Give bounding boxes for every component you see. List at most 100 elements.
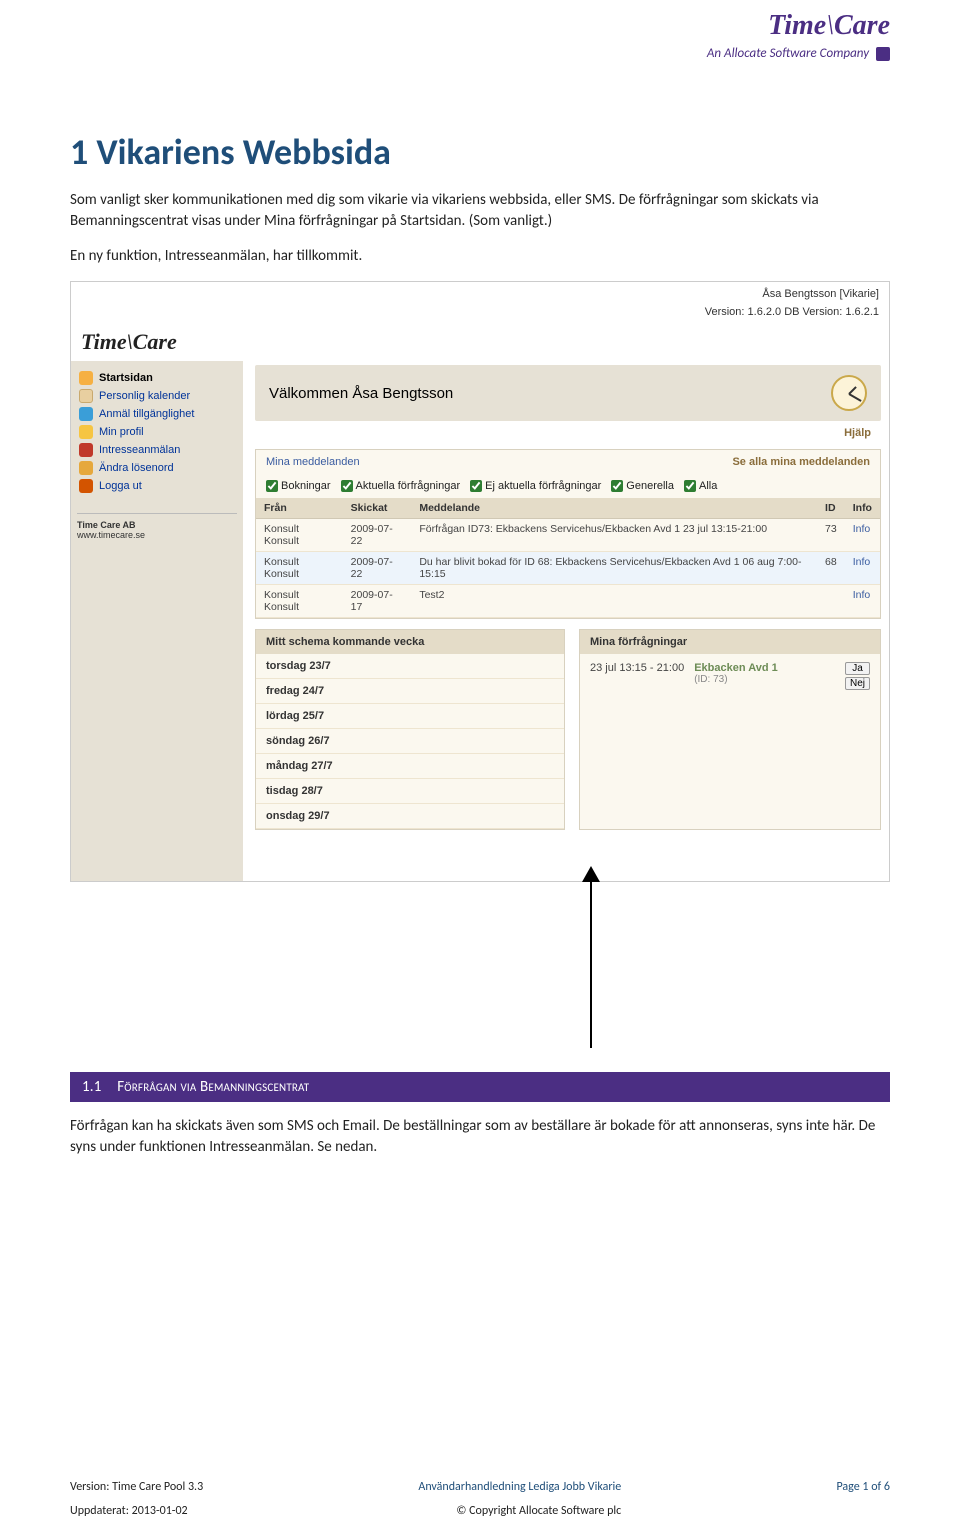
logo-text-right: Care [834,10,890,41]
cell-sent: 2009-07-22 [343,552,412,585]
filter-aktuella-förfrågningar[interactable]: Aktuella förfrågningar [341,480,461,492]
messages-panel: Mina meddelanden Se alla mina meddelande… [255,449,881,619]
filter-alla[interactable]: Alla [684,480,717,492]
allocate-icon [876,47,890,61]
filter-ej-aktuella-förfrågningar[interactable]: Ej aktuella förfrågningar [470,480,601,492]
sidebar-item-label: Min profil [99,426,144,438]
sidebar-item-label: Ändra lösenord [99,462,174,474]
arrow-pointer-icon [590,878,592,1048]
schedule-day: tisdag 28/7 [256,779,564,804]
section-heading: 1.1 Förfrågan via Bemanningscentrat [70,1072,890,1102]
all-messages-link[interactable]: Se alla mina meddelanden [732,456,870,468]
sidebar-item-logga-ut[interactable]: Logga ut [77,477,237,495]
cell-msg: Du har blivit bokad för ID 68: Ekbackens… [411,552,817,585]
current-user-label: Åsa Bengtsson [Vikarie] [81,286,879,304]
cell-sent: 2009-07-22 [343,519,412,552]
schedule-title: Mitt schema kommande vecka [256,630,564,654]
schedule-day: lördag 25/7 [256,704,564,729]
cell-from: Konsult Konsult [256,585,343,618]
inquiry-no-button[interactable]: Nej [845,677,870,690]
help-link[interactable]: Hjälp [243,425,889,449]
ic-interest-icon [79,443,93,457]
footer-version: Version: Time Care Pool 3.3 [70,1480,203,1494]
footer-page: Page 1 of 6 [836,1480,890,1494]
column-header: Från [256,498,343,519]
column-header: ID [817,498,845,519]
company-name: Time Care AB [77,520,237,530]
inquiry-id: (ID: 73) [694,674,778,685]
cell-id [817,585,845,618]
schedule-day: onsdag 29/7 [256,804,564,829]
column-header: Skickat [343,498,412,519]
filter-checkbox[interactable] [684,480,696,492]
sidebar-item-ändra-lösenord[interactable]: Ändra lösenord [77,459,237,477]
footer-doc-title: Användarhandledning Lediga Jobb Vikarie [418,1480,621,1494]
sidebar-item-anmäl-tillgänglighet[interactable]: Anmäl tillgänglighet [77,405,237,423]
section-number: 1.1 [82,1078,102,1096]
embedded-screenshot: Åsa Bengtsson [Vikarie] Version: 1.6.2.0… [70,281,890,882]
table-row[interactable]: Konsult Konsult2009-07-22Förfrågan ID73:… [256,519,880,552]
messages-table: FrånSkickatMeddelandeIDInfo Konsult Kons… [256,498,880,618]
footer-updated: Uppdaterat: 2013-01-02 [70,1504,188,1518]
ic-avail-icon [79,407,93,421]
clock-icon [831,375,867,411]
footer-copyright: © Copyright Allocate Software plc [456,1504,621,1518]
column-header: Info [845,498,880,519]
schedule-card: Mitt schema kommande vecka torsdag 23/7f… [255,629,565,830]
sidebar-item-label: Anmäl tillgänglighet [99,408,194,420]
brand-logo: Time\Care An Allocate Software Company [707,10,890,61]
sidebar-item-label: Personlig kalender [99,390,190,402]
company-footer: Time Care AB www.timecare.se [77,513,237,540]
sidebar-item-startsidan[interactable]: Startsidan [77,369,237,387]
sidebar-item-label: Logga ut [99,480,142,492]
filter-generella[interactable]: Generella [611,480,674,492]
ic-pw-icon [79,461,93,475]
sidebar-item-label: Intresseanmälan [99,444,180,456]
cell-id: 73 [817,519,845,552]
column-header: Meddelande [411,498,817,519]
logo-text-left: Time [768,10,826,41]
company-url: www.timecare.se [77,530,237,540]
filter-checkbox[interactable] [341,480,353,492]
table-row[interactable]: Konsult Konsult2009-07-17Test2 Info [256,585,880,618]
ic-cal-icon [79,389,93,403]
ic-start-icon [79,371,93,385]
sidebar-item-intresseanmälan[interactable]: Intresseanmälan [77,441,237,459]
cell-msg: Förfrågan ID73: Ekbackens Servicehus/Ekb… [411,519,817,552]
cell-id: 68 [817,552,845,585]
section-title: Förfrågan via Bemanningscentrat [117,1078,309,1096]
welcome-text: Välkommen Åsa Bengtsson [269,385,453,402]
inquiry-time: 23 jul 13:15 - 21:00 [590,662,684,674]
ic-profile-icon [79,425,93,439]
info-link[interactable]: Info [845,585,880,618]
cell-sent: 2009-07-17 [343,585,412,618]
document-footer: Version: Time Care Pool 3.3 Användarhand… [70,1480,890,1518]
inquiry-location: Ekbacken Avd 1 [694,662,778,674]
cell-from: Konsult Konsult [256,552,343,585]
inquiry-yes-button[interactable]: Ja [845,662,870,675]
document-title: 1 Vikariens Webbsida [70,130,890,174]
message-filters: Bokningar Aktuella förfrågningar Ej aktuel… [256,474,880,498]
sidebar-item-personlig-kalender[interactable]: Personlig kalender [77,387,237,405]
table-row[interactable]: Konsult Konsult2009-07-22Du har blivit b… [256,552,880,585]
info-link[interactable]: Info [845,552,880,585]
sidebar-item-min-profil[interactable]: Min profil [77,423,237,441]
app-logo: Time\Care [81,329,251,355]
cell-msg: Test2 [411,585,817,618]
messages-title: Mina meddelanden [266,456,360,468]
info-link[interactable]: Info [845,519,880,552]
schedule-day: fredag 24/7 [256,679,564,704]
sidebar-item-label: Startsidan [99,372,153,384]
cell-from: Konsult Konsult [256,519,343,552]
schedule-day: söndag 26/7 [256,729,564,754]
ic-logout-icon [79,479,93,493]
sidebar-nav: Startsidan Personlig kalender Anmäl tillgä… [71,361,243,881]
inquiries-card: Mina förfrågningar 23 jul 13:15 - 21:00 … [579,629,881,830]
filter-bokningar[interactable]: Bokningar [266,480,331,492]
filter-checkbox[interactable] [470,480,482,492]
schedule-day: torsdag 23/7 [256,654,564,679]
intro-paragraph-1: Som vanligt sker kommunikationen med dig… [70,190,890,232]
filter-checkbox[interactable] [266,480,278,492]
section-body-text: Förfrågan kan ha skickats även som SMS o… [70,1116,890,1158]
filter-checkbox[interactable] [611,480,623,492]
